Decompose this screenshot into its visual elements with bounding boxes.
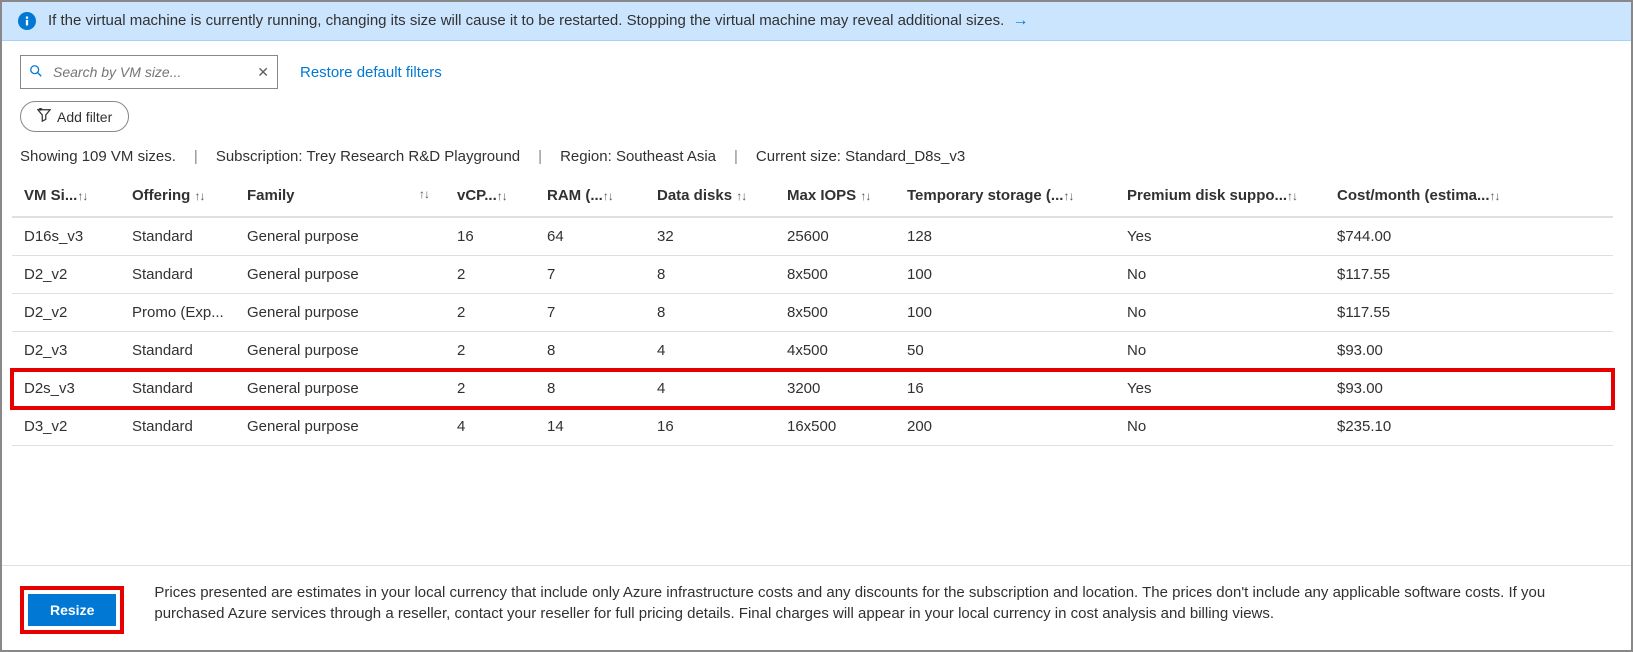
cell-data_disks: 32 <box>647 217 777 256</box>
cell-size: D2_v3 <box>12 332 122 370</box>
add-filter-button[interactable]: Add filter <box>20 101 129 132</box>
cell-max_iops: 8x500 <box>777 256 897 294</box>
table-row[interactable]: D2_v3StandardGeneral purpose2844x50050No… <box>12 332 1613 370</box>
cell-cost: $93.00 <box>1327 370 1613 408</box>
cell-temp_storage: 50 <box>897 332 1117 370</box>
cell-size: D2_v2 <box>12 294 122 332</box>
cell-size: D2s_v3 <box>12 370 122 408</box>
cell-max_iops: 4x500 <box>777 332 897 370</box>
col-temp-storage[interactable]: Temporary storage (...↑↓ <box>897 179 1117 217</box>
cell-vcpu: 2 <box>447 294 537 332</box>
info-icon <box>18 12 36 30</box>
cell-temp_storage: 16 <box>897 370 1117 408</box>
col-max-iops[interactable]: Max IOPS ↑↓ <box>777 179 897 217</box>
cell-vcpu: 4 <box>447 408 537 446</box>
cell-temp_storage: 100 <box>897 294 1117 332</box>
col-ram[interactable]: RAM (...↑↓ <box>537 179 647 217</box>
cell-premium: No <box>1117 332 1327 370</box>
cell-vcpu: 2 <box>447 370 537 408</box>
cell-offering: Promo (Exp... <box>122 294 237 332</box>
restore-filters-link[interactable]: Restore default filters <box>300 64 442 81</box>
cell-data_disks: 4 <box>647 370 777 408</box>
cell-cost: $117.55 <box>1327 294 1613 332</box>
cell-family: General purpose <box>237 294 447 332</box>
cell-family: General purpose <box>237 370 447 408</box>
arrow-right-icon[interactable]: → <box>1012 12 1028 29</box>
cell-ram: 7 <box>537 256 647 294</box>
table-row[interactable]: D2_v2Promo (Exp...General purpose2788x50… <box>12 294 1613 332</box>
cell-temp_storage: 100 <box>897 256 1117 294</box>
cell-max_iops: 3200 <box>777 370 897 408</box>
table-row[interactable]: D2_v2StandardGeneral purpose2788x500100N… <box>12 256 1613 294</box>
add-filter-label: Add filter <box>57 109 112 125</box>
cell-family: General purpose <box>237 408 447 446</box>
col-family[interactable]: Family ↑↓ <box>237 179 447 217</box>
cell-vcpu: 2 <box>447 256 537 294</box>
resize-button[interactable]: Resize <box>28 594 116 626</box>
cell-vcpu: 16 <box>447 217 537 256</box>
search-input-container[interactable]: ✕ <box>20 55 278 89</box>
cell-temp_storage: 128 <box>897 217 1117 256</box>
info-banner-text: If the virtual machine is currently runn… <box>48 12 1615 30</box>
cell-size: D16s_v3 <box>12 217 122 256</box>
cell-cost: $744.00 <box>1327 217 1613 256</box>
cell-cost: $93.00 <box>1327 332 1613 370</box>
cell-data_disks: 4 <box>647 332 777 370</box>
cell-data_disks: 8 <box>647 294 777 332</box>
col-data-disks[interactable]: Data disks ↑↓ <box>647 179 777 217</box>
col-cost[interactable]: Cost/month (estima...↑↓ <box>1327 179 1613 217</box>
cell-cost: $117.55 <box>1327 256 1613 294</box>
cell-ram: 14 <box>537 408 647 446</box>
cell-ram: 7 <box>537 294 647 332</box>
cell-offering: Standard <box>122 332 237 370</box>
cell-max_iops: 8x500 <box>777 294 897 332</box>
resize-highlight: Resize <box>20 586 124 634</box>
pricing-disclaimer: Prices presented are estimates in your l… <box>154 582 1613 624</box>
cell-cost: $235.10 <box>1327 408 1613 446</box>
table-row[interactable]: D3_v2StandardGeneral purpose4141616x5002… <box>12 408 1613 446</box>
cell-ram: 8 <box>537 370 647 408</box>
cell-family: General purpose <box>237 256 447 294</box>
cell-max_iops: 25600 <box>777 217 897 256</box>
col-premium[interactable]: Premium disk suppo...↑↓ <box>1117 179 1327 217</box>
cell-max_iops: 16x500 <box>777 408 897 446</box>
status-subscription: Subscription: Trey Research R&D Playgrou… <box>216 148 520 165</box>
status-line: Showing 109 VM sizes. | Subscription: Tr… <box>2 142 1631 179</box>
table-row[interactable]: D16s_v3StandardGeneral purpose1664322560… <box>12 217 1613 256</box>
status-current-size: Current size: Standard_D8s_v3 <box>756 148 965 165</box>
col-vm-size[interactable]: VM Si...↑↓ <box>12 179 122 217</box>
table-row[interactable]: D2s_v3StandardGeneral purpose284320016Ye… <box>12 370 1613 408</box>
cell-premium: Yes <box>1117 370 1327 408</box>
add-filter-icon <box>37 108 51 125</box>
cell-premium: Yes <box>1117 217 1327 256</box>
cell-size: D2_v2 <box>12 256 122 294</box>
col-offering[interactable]: Offering ↑↓ <box>122 179 237 217</box>
cell-ram: 64 <box>537 217 647 256</box>
vm-size-table-scroll[interactable]: VM Si...↑↓ Offering ↑↓ Family ↑↓ vCP...↑… <box>2 179 1631 565</box>
cell-temp_storage: 200 <box>897 408 1117 446</box>
cell-data_disks: 8 <box>647 256 777 294</box>
cell-premium: No <box>1117 256 1327 294</box>
status-count: Showing 109 VM sizes. <box>20 148 176 165</box>
cell-offering: Standard <box>122 370 237 408</box>
cell-family: General purpose <box>237 332 447 370</box>
cell-data_disks: 16 <box>647 408 777 446</box>
vm-size-table: VM Si...↑↓ Offering ↑↓ Family ↑↓ vCP...↑… <box>12 179 1613 446</box>
cell-offering: Standard <box>122 217 237 256</box>
col-vcpu[interactable]: vCP...↑↓ <box>447 179 537 217</box>
clear-icon[interactable]: ✕ <box>257 64 269 81</box>
cell-premium: No <box>1117 408 1327 446</box>
cell-offering: Standard <box>122 256 237 294</box>
cell-family: General purpose <box>237 217 447 256</box>
cell-size: D3_v2 <box>12 408 122 446</box>
search-icon <box>29 64 43 81</box>
search-input[interactable] <box>51 63 249 81</box>
info-banner: If the virtual machine is currently runn… <box>2 2 1631 41</box>
cell-ram: 8 <box>537 332 647 370</box>
status-region: Region: Southeast Asia <box>560 148 716 165</box>
cell-vcpu: 2 <box>447 332 537 370</box>
cell-premium: No <box>1117 294 1327 332</box>
cell-offering: Standard <box>122 408 237 446</box>
